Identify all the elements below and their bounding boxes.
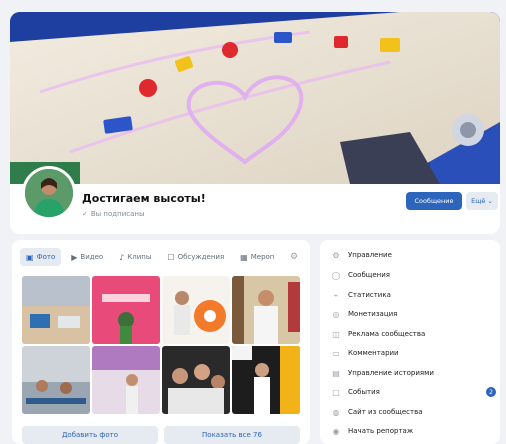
chevron-down-icon: ⌄ xyxy=(485,197,493,205)
tab-label: Фото xyxy=(36,253,56,261)
menu-item-events[interactable]: ▢ События xyxy=(330,385,500,399)
add-photo-button[interactable]: Добавить фото xyxy=(22,426,158,444)
menu-item-label: Управление историями xyxy=(348,369,434,377)
community-avatar[interactable] xyxy=(22,166,76,220)
photo-thumbnail[interactable] xyxy=(22,346,90,414)
menu-item-label: События xyxy=(348,388,380,396)
tab-clips[interactable]: ♪ Клипы xyxy=(113,248,157,266)
menu-item-label: Комментарии xyxy=(348,349,399,357)
avatar-image xyxy=(25,169,73,217)
photo-thumbnail[interactable] xyxy=(232,276,300,344)
clips-icon: ♪ xyxy=(119,252,125,262)
events-icon: ▢ xyxy=(332,387,340,397)
tab-discussions[interactable]: ☐ Обсуждения xyxy=(161,248,230,266)
video-icon: ▶ xyxy=(71,252,78,262)
subscription-status[interactable]: ✓ Вы подписаны xyxy=(82,210,145,218)
photo-thumbnail[interactable] xyxy=(92,276,160,344)
check-icon: ✓ xyxy=(82,210,88,218)
menu-item-label: Монетизация xyxy=(348,310,398,318)
ad-icon: ◫ xyxy=(332,329,340,339)
media-tabs: ▣ Фото ▶ Видео ♪ Клипы ☐ Обсуждения ▦ Мероп xyxy=(20,248,280,266)
more-button-label: Ещё xyxy=(471,197,486,205)
photo-image xyxy=(162,346,230,414)
photo-image xyxy=(232,346,300,414)
menu-item-label: Сайт из сообщества xyxy=(348,408,423,416)
gear-icon: ⚙ xyxy=(332,250,340,260)
menu-item-label: Сообщения xyxy=(348,271,391,279)
menu-item-monetization[interactable]: ◎ Монетизация xyxy=(330,307,500,321)
photo-thumbnail[interactable] xyxy=(232,346,300,414)
photo-thumbnail[interactable] xyxy=(162,346,230,414)
chat-icon: ◯ xyxy=(331,270,341,280)
menu-item-label: Начать репортаж xyxy=(348,427,414,435)
events-count-badge: 2 xyxy=(486,387,496,397)
menu-item-statistics[interactable]: ⌁ Статистика xyxy=(330,288,500,302)
menu-item-stories[interactable]: ▤ Управление историями xyxy=(330,366,500,380)
community-cover xyxy=(10,12,500,184)
discussion-icon: ☐ xyxy=(167,252,175,262)
photo-image xyxy=(92,346,160,414)
photo-image xyxy=(22,276,90,344)
menu-item-label: Реклама сообщества xyxy=(348,330,426,338)
menu-item-broadcast[interactable]: ◉ Начать репортаж xyxy=(330,424,500,438)
tabs-settings-icon[interactable]: ⚙ xyxy=(290,252,298,262)
menu-item-messages[interactable]: ◯ Сообщения xyxy=(330,268,500,282)
tab-label: Клипы xyxy=(127,253,152,261)
menu-item-management[interactable]: ⚙ Управление xyxy=(330,248,500,262)
stats-icon: ⌁ xyxy=(333,290,339,300)
photo-image xyxy=(162,276,230,344)
menu-item-site[interactable]: ◍ Сайт из сообщества xyxy=(330,405,500,419)
community-admin-menu: ⚙ Управление ◯ Сообщения ⌁ Статистика ◎ Моне… xyxy=(320,240,500,444)
message-button[interactable]: Сообщение xyxy=(406,192,462,210)
globe-icon: ◍ xyxy=(332,407,340,417)
broadcast-icon: ◉ xyxy=(332,426,340,436)
tab-events[interactable]: ▦ Мероп xyxy=(234,248,280,266)
tab-photo[interactable]: ▣ Фото xyxy=(20,248,62,266)
photo-thumbnail[interactable] xyxy=(162,276,230,344)
more-button[interactable]: Ещё ⌄ xyxy=(466,192,498,210)
menu-item-comments[interactable]: ▭ Комментарии xyxy=(330,346,500,360)
money-icon: ◎ xyxy=(332,309,340,319)
stories-icon: ▤ xyxy=(332,368,340,378)
menu-item-ads[interactable]: ◫ Реклама сообщества xyxy=(330,327,500,341)
photo-thumbnail[interactable] xyxy=(22,276,90,344)
media-block: ▣ Фото ▶ Видео ♪ Клипы ☐ Обсуждения ▦ Мероп ⚙ xyxy=(12,240,310,444)
menu-item-label: Управление xyxy=(348,251,392,259)
community-header: Достигаем высоты! ✓ Вы подписаны Сообщени… xyxy=(10,166,500,234)
tab-label: Мероп xyxy=(250,253,275,261)
cover-image xyxy=(10,12,500,184)
photo-thumbnail[interactable] xyxy=(92,346,160,414)
photo-image xyxy=(22,346,90,414)
photo-image xyxy=(232,276,300,344)
events-icon: ▦ xyxy=(240,252,248,262)
show-all-photos-button[interactable]: Показать все 76 xyxy=(164,426,300,444)
community-name: Достигаем высоты! xyxy=(82,192,206,205)
comment-icon: ▭ xyxy=(332,348,340,358)
tab-label: Обсуждения xyxy=(177,253,225,261)
tab-video[interactable]: ▶ Видео xyxy=(65,248,109,266)
menu-item-label: Статистика xyxy=(348,291,391,299)
photo-image xyxy=(92,276,160,344)
photo-icon: ▣ xyxy=(26,252,34,262)
tab-label: Видео xyxy=(80,253,104,261)
subscription-status-label: Вы подписаны xyxy=(90,210,145,218)
